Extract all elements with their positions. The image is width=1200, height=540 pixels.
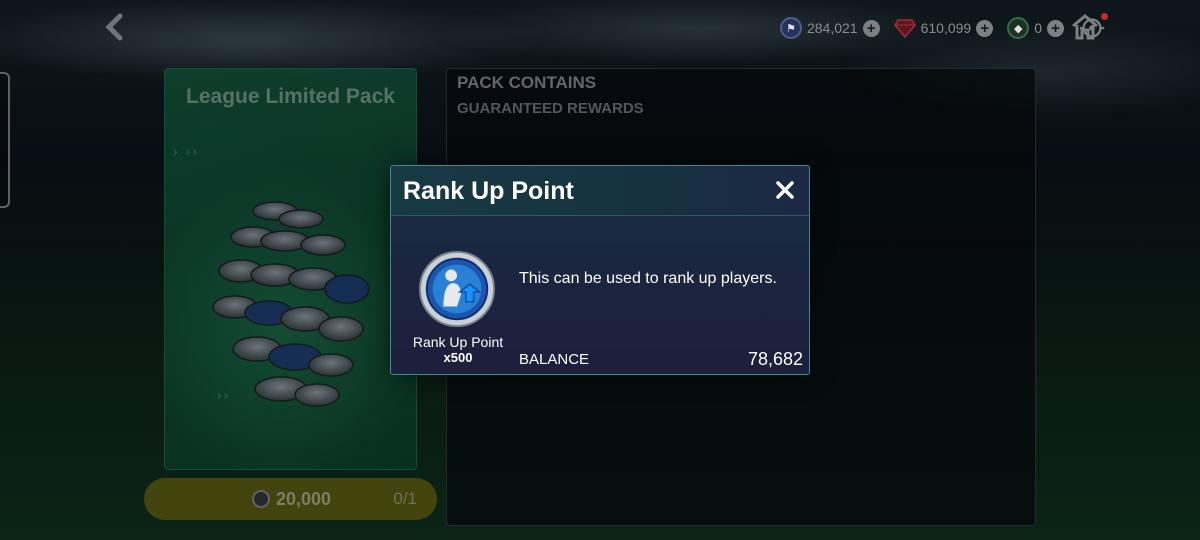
balance-label: BALANCE — [519, 351, 590, 368]
balance-value: 78,682 — [747, 349, 803, 369]
modal-title: Rank Up Point — [403, 177, 574, 205]
modal-header: Rank Up Point — [391, 166, 809, 216]
rank-up-point-icon — [418, 250, 496, 328]
item-name: Rank Up Point — [412, 334, 504, 350]
item-quantity: x500 — [443, 350, 473, 365]
close-icon — [776, 181, 794, 199]
item-description: This can be used to rank up players. — [519, 270, 777, 287]
item-info-modal: Rank Up Point Rank Up Point x500 This ca… — [390, 165, 810, 375]
close-button[interactable] — [775, 174, 795, 206]
